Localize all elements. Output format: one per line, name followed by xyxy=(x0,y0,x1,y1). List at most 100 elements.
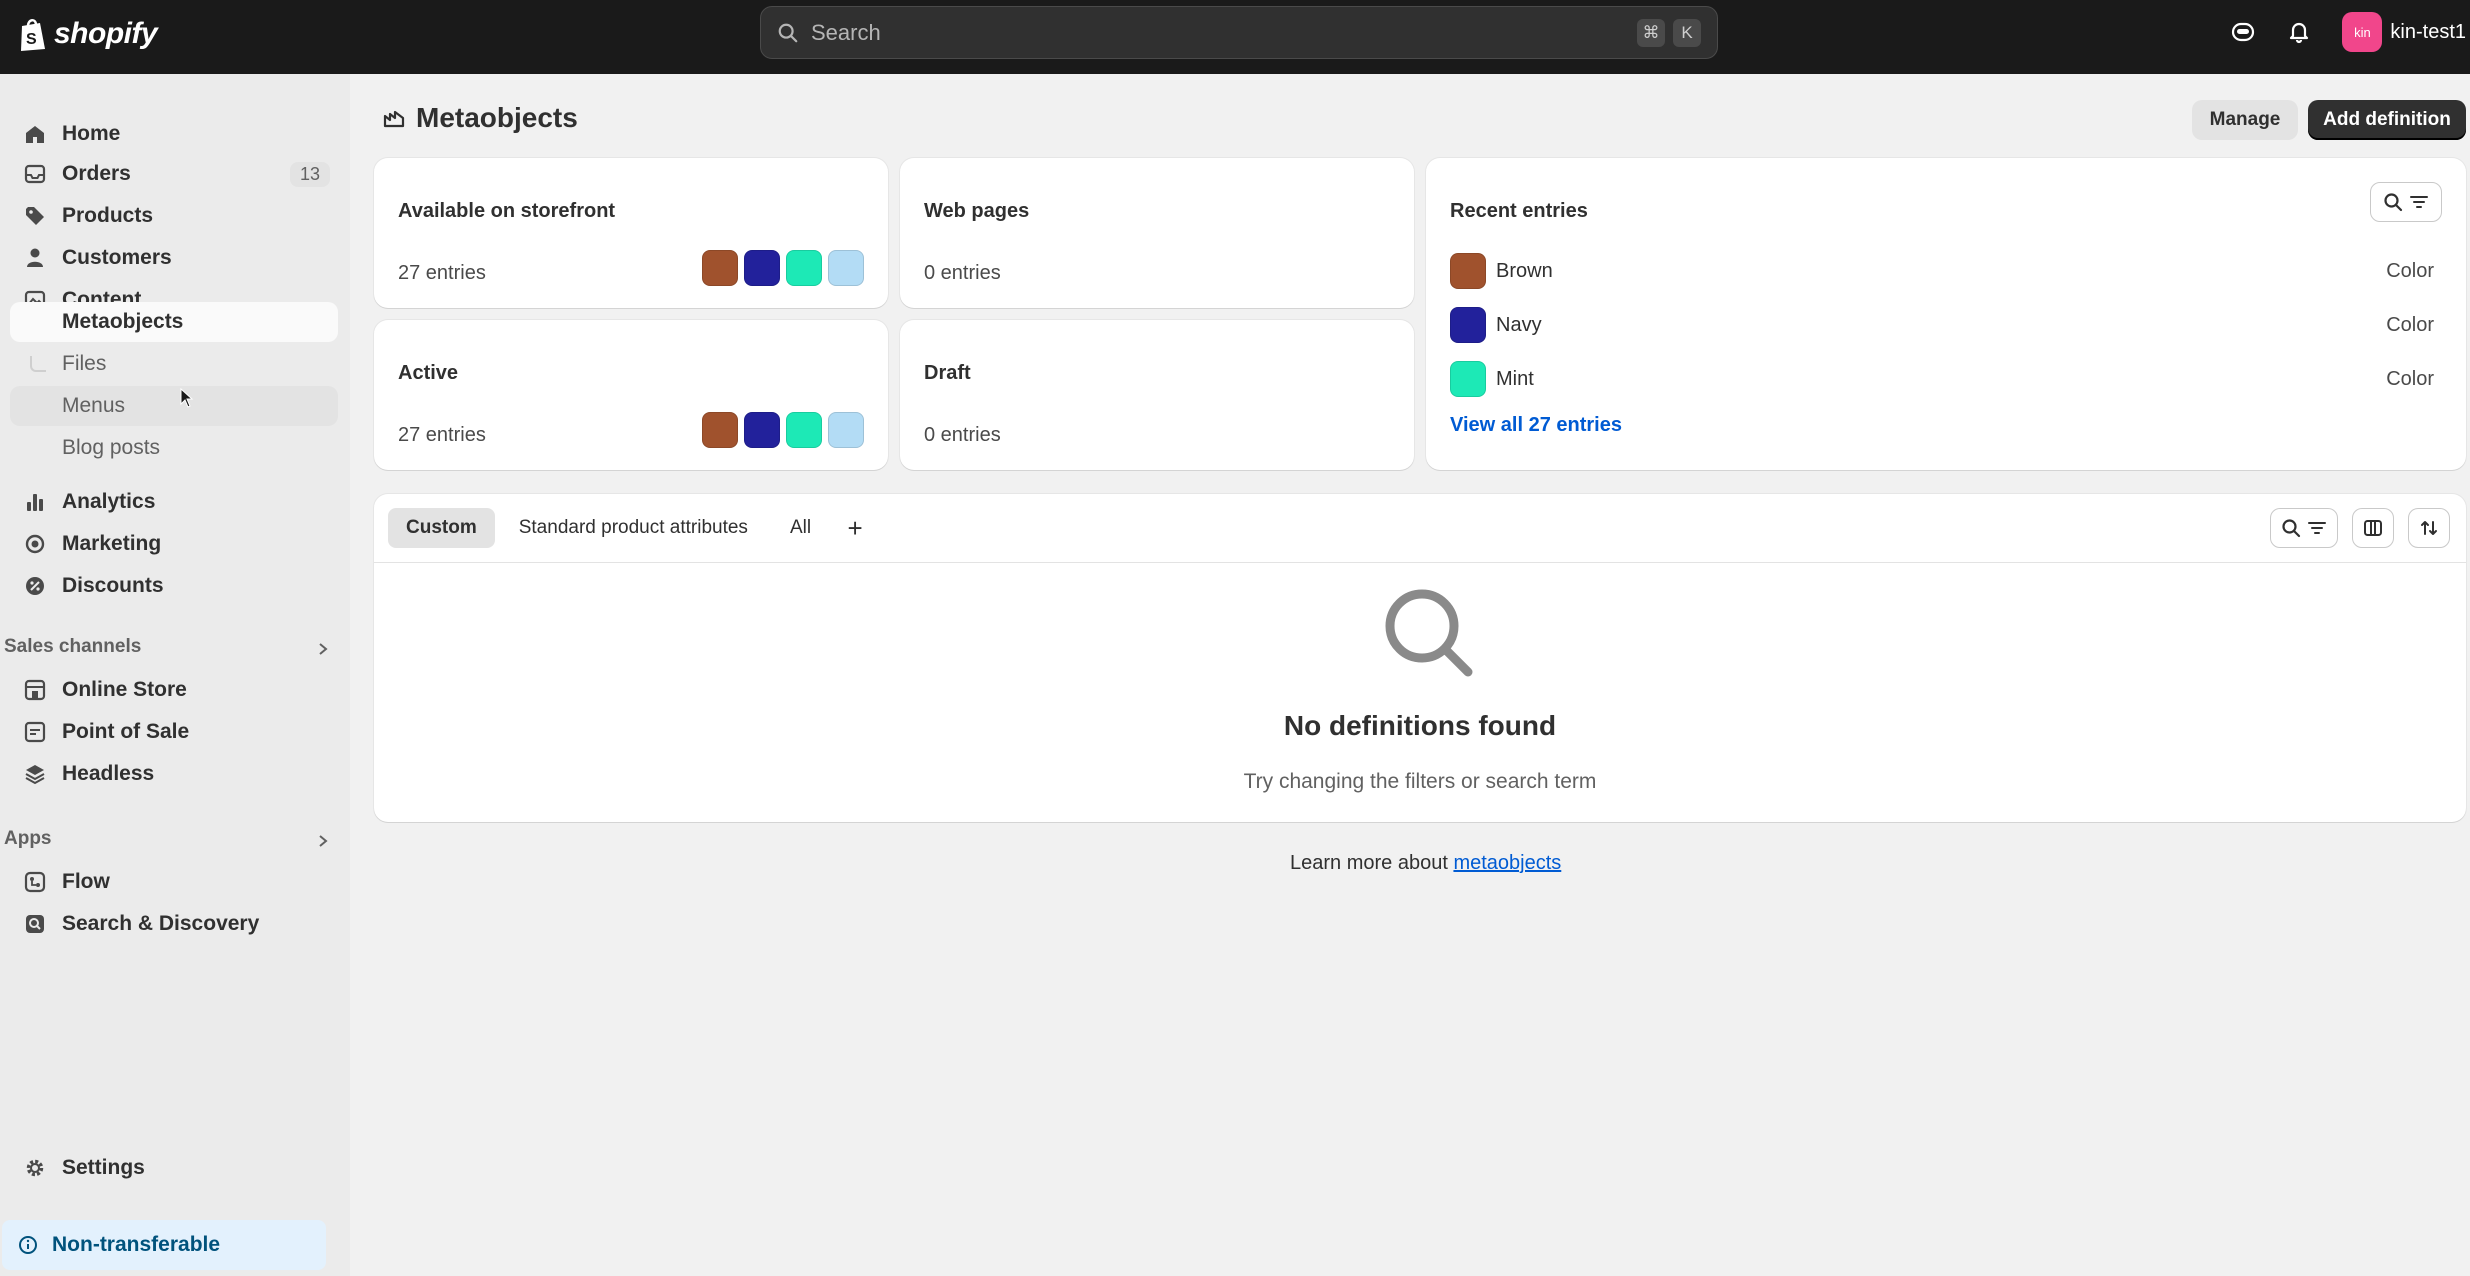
tag-icon xyxy=(26,207,44,225)
chevron-right-icon[interactable] xyxy=(316,642,330,656)
add-definition-button[interactable]: Add definition xyxy=(2308,100,2466,140)
search-input[interactable]: Search ⌘ K xyxy=(760,6,1718,59)
card-active[interactable]: Active 27 entries xyxy=(374,320,888,470)
entry-type: Color xyxy=(2386,313,2434,336)
avatar: kin xyxy=(2342,12,2383,52)
bar-chart-icon xyxy=(27,494,43,511)
sidebar-item-label: Customers xyxy=(62,246,172,269)
sidebar-item-analytics[interactable]: Analytics xyxy=(10,482,338,522)
swatch-light-blue xyxy=(828,412,864,448)
store-menu[interactable]: kin kin-test1 xyxy=(2342,12,2466,52)
layers-icon xyxy=(25,765,45,785)
sales-channels-heading[interactable]: Sales channels xyxy=(4,636,141,658)
sidebar-item-headless[interactable]: Headless xyxy=(10,754,338,794)
sidebar-item-products[interactable]: Products xyxy=(10,196,338,236)
swatch-group xyxy=(702,412,864,448)
non-transferable-label: Non-transferable xyxy=(52,1233,221,1256)
orders-inbox-icon xyxy=(24,164,46,184)
recent-entry[interactable]: Brown Color xyxy=(1450,252,2434,290)
pos-icon xyxy=(24,721,46,743)
view-all-entries-link[interactable]: View all 27 entries xyxy=(1450,414,1622,437)
sidebar-item-point-of-sale[interactable]: Point of Sale xyxy=(10,712,338,752)
sidebar-item-files[interactable]: Files xyxy=(10,344,338,384)
storefront-icon xyxy=(24,679,46,701)
flow-icon xyxy=(24,871,46,893)
sidekick-icon[interactable] xyxy=(2230,19,2256,45)
page-title: Metaobjects xyxy=(382,102,578,134)
entry-name: Navy xyxy=(1496,313,1542,336)
recent-entries-card: Recent entries Brown Color Navy Color Mi… xyxy=(1426,158,2466,470)
sidebar-item-label: Analytics xyxy=(62,490,156,513)
brand-name: shopify xyxy=(54,17,158,50)
sidebar-item-search-discovery[interactable]: Search & Discovery xyxy=(10,904,338,944)
manage-button[interactable]: Manage xyxy=(2192,100,2298,140)
apps-heading[interactable]: Apps xyxy=(4,828,52,850)
sidebar-item-label: Menus xyxy=(62,394,126,417)
columns-button[interactable] xyxy=(2352,508,2394,548)
entry-type: Color xyxy=(2386,259,2434,282)
sidebar-item-label: Search & Discovery xyxy=(62,912,260,935)
swatch-group xyxy=(702,250,864,286)
sidebar: Home Orders 13 Products Customers Conten… xyxy=(0,74,350,1276)
top-bar: S shopify Search ⌘ K kin kin-test1 xyxy=(0,0,2470,74)
empty-state-title: No definitions found xyxy=(1283,710,1557,741)
sort-button[interactable] xyxy=(2408,508,2450,548)
sidebar-item-blog-posts[interactable]: Blog posts xyxy=(10,428,338,468)
search-discovery-icon xyxy=(26,915,44,933)
tab-custom[interactable]: Custom xyxy=(388,508,495,548)
recent-entry[interactable]: Navy Color xyxy=(1450,306,2434,344)
search-icon xyxy=(2384,193,2403,212)
swatch-navy xyxy=(744,250,780,286)
metaobjects-link[interactable]: metaobjects xyxy=(1453,852,1561,874)
sidebar-item-settings[interactable]: Settings xyxy=(10,1148,338,1188)
card-web-pages[interactable]: Web pages 0 entries xyxy=(900,158,1414,308)
learn-more: Learn more about metaobjects xyxy=(1290,852,1561,875)
sidebar-item-label: Metaobjects xyxy=(62,310,184,333)
orders-count-badge: 13 xyxy=(289,161,330,187)
sidebar-item-home[interactable]: Home xyxy=(10,114,338,154)
shortcut-k-key: K xyxy=(1673,18,1701,47)
info-icon xyxy=(19,1236,37,1254)
filter-icon xyxy=(2308,522,2326,534)
tab-standard-product-attributes[interactable]: Standard product attributes xyxy=(501,508,766,548)
entry-type: Color xyxy=(2386,367,2434,390)
sidebar-item-label: Discounts xyxy=(62,574,164,597)
search-icon xyxy=(778,23,798,42)
swatch-mint xyxy=(786,412,822,448)
entry-name: Mint xyxy=(1496,367,1534,390)
sidebar-item-discounts[interactable]: Discounts xyxy=(10,566,338,606)
recent-entry[interactable]: Mint Color xyxy=(1450,360,2434,398)
sidebar-item-label: Orders xyxy=(62,162,131,185)
sidebar-item-label: Files xyxy=(62,352,107,375)
gear-icon xyxy=(26,1159,44,1177)
card-draft[interactable]: Draft 0 entries xyxy=(900,320,1414,470)
search-filter-button[interactable] xyxy=(2270,508,2338,548)
notifications-bell-icon[interactable] xyxy=(2286,19,2312,45)
metaobjects-icon xyxy=(383,110,405,128)
person-icon xyxy=(27,248,43,267)
swatch-brown xyxy=(702,412,738,448)
sidebar-item-customers[interactable]: Customers xyxy=(10,238,338,278)
card-count: 0 entries xyxy=(924,262,1001,284)
sidebar-item-online-store[interactable]: Online Store xyxy=(10,670,338,710)
sidebar-item-metaobjects[interactable]: Metaobjects xyxy=(10,302,338,342)
sidebar-item-marketing[interactable]: Marketing xyxy=(10,524,338,564)
sidebar-item-label: Home xyxy=(62,122,121,145)
card-title: Draft xyxy=(924,362,971,384)
swatch-brown xyxy=(702,250,738,286)
mouse-cursor-icon xyxy=(180,388,194,408)
card-available-on-storefront[interactable]: Available on storefront 27 entries xyxy=(374,158,888,308)
sidebar-item-flow[interactable]: Flow xyxy=(10,862,338,902)
recent-search-filter-button[interactable] xyxy=(2370,182,2442,222)
chevron-right-icon[interactable] xyxy=(316,834,330,848)
tab-all[interactable]: All xyxy=(772,508,829,548)
sidebar-item-orders[interactable]: Orders 13 xyxy=(10,154,338,194)
search-icon xyxy=(2282,519,2301,538)
add-view-button[interactable]: + xyxy=(835,508,875,548)
sidebar-item-menus[interactable]: Menus xyxy=(10,386,338,426)
non-transferable-banner[interactable]: Non-transferable xyxy=(2,1220,326,1270)
sidebar-item-label: Point of Sale xyxy=(62,720,190,743)
shopify-logo[interactable]: S shopify xyxy=(18,16,158,52)
sidebar-item-label: Blog posts xyxy=(62,436,161,459)
card-count: 27 entries xyxy=(398,424,486,446)
